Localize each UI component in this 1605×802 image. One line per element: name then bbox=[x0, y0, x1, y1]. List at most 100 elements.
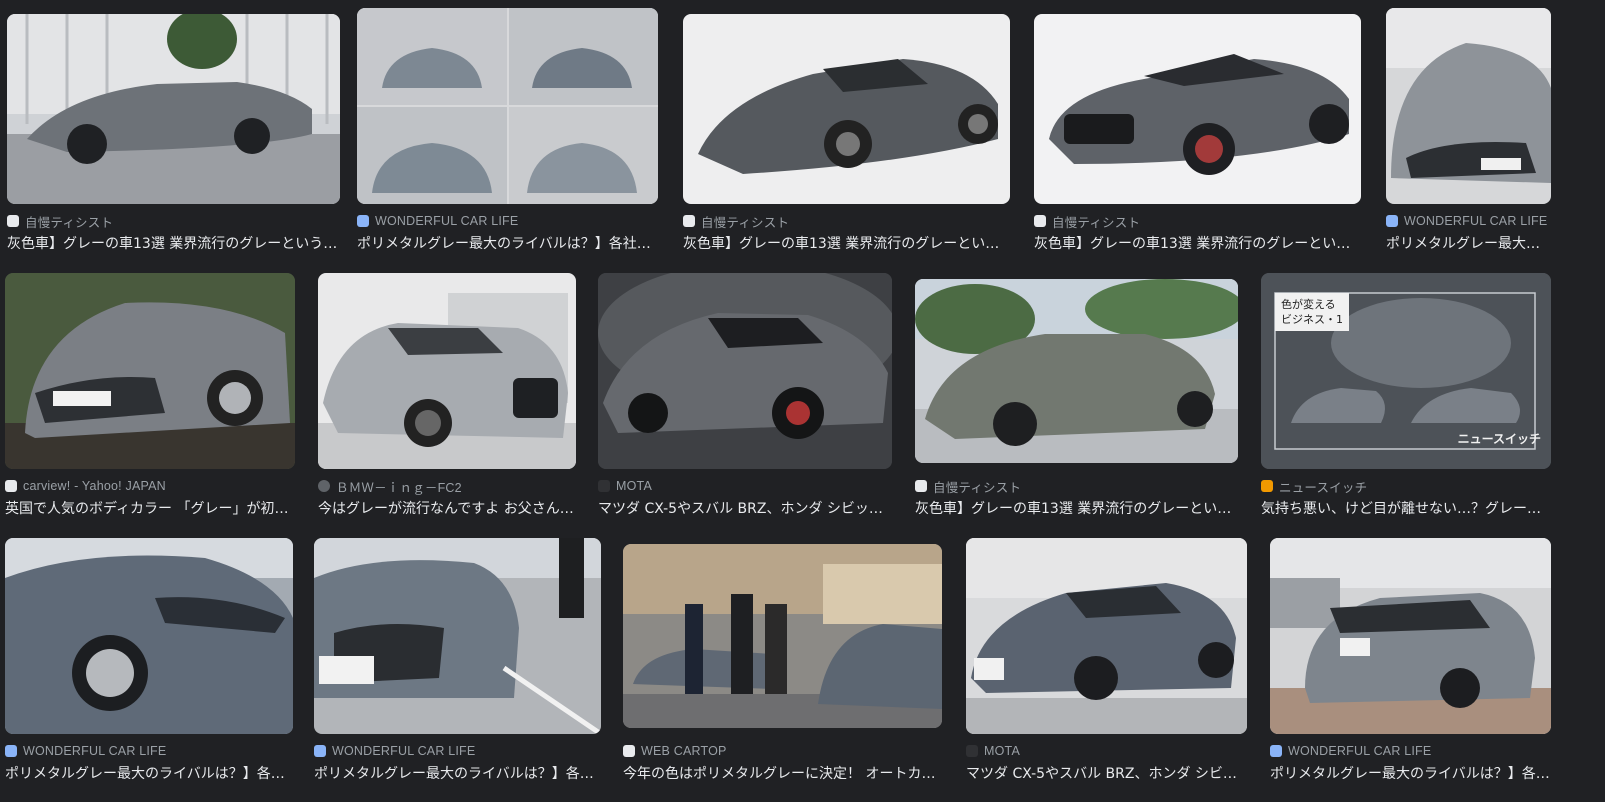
result-source[interactable]: ニュースイッチ bbox=[1261, 477, 1551, 495]
result-thumbnail[interactable] bbox=[598, 273, 892, 469]
result-source-name: WONDERFUL CAR LIFE bbox=[375, 214, 519, 228]
result-source-name: carview! - Yahoo! JAPAN bbox=[23, 479, 166, 493]
image-result-card[interactable]: MOTA マツダ CX-5やスバル BRZ、ホンダ シビック… bbox=[966, 538, 1247, 788]
result-meta: MOTA マツダ CX-5やスバル BRZ、ホンダ シビック… bbox=[966, 742, 1247, 784]
result-source-name: 自慢ティシスト bbox=[25, 215, 114, 230]
result-title[interactable]: 今はグレーが流行なんですよ お父さん… bbox=[318, 499, 576, 519]
image-result-card[interactable]: carview! - Yahoo! JAPAN 英国で人気のボディカラー 「グレ… bbox=[5, 273, 295, 523]
result-title[interactable]: 灰色車】グレーの車13選 業界流行のグレーという… bbox=[1034, 234, 1361, 254]
result-source[interactable]: 自慢ティシスト bbox=[683, 212, 1010, 230]
result-source-name: WONDERFUL CAR LIFE bbox=[1404, 214, 1548, 228]
image-result-card[interactable]: WONDERFUL CAR LIFE ポリメタルグレー最大の… bbox=[1386, 8, 1551, 258]
wcl-favicon-icon bbox=[314, 745, 326, 757]
result-meta: WONDERFUL CAR LIFE ポリメタルグレー最大のライバルは？】各社… bbox=[314, 742, 601, 784]
result-meta: 自慢ティシスト 灰色車】グレーの車13選 業界流行のグレーという… bbox=[683, 212, 1010, 254]
result-thumbnail[interactable] bbox=[5, 538, 293, 734]
newswitch-overlay-caption: 色が変える ビジネス・1 bbox=[1275, 293, 1349, 331]
result-source-name: 自慢ティシスト bbox=[1052, 215, 1141, 230]
jiman-favicon-icon bbox=[1034, 215, 1046, 227]
result-meta: MOTA マツダ CX-5やスバル BRZ、ホンダ シビック… bbox=[598, 477, 892, 519]
image-results-grid: 自慢ティシスト 灰色車】グレーの車13選 業界流行のグレーという… WONDER… bbox=[0, 0, 1605, 802]
result-title[interactable]: マツダ CX-5やスバル BRZ、ホンダ シビック… bbox=[598, 499, 892, 519]
image-result-card[interactable]: ＢＭＷ－ｉｎｇ－FC2 今はグレーが流行なんですよ お父さん… bbox=[318, 273, 576, 523]
result-title[interactable]: ポリメタルグレー最大のライバルは？】各社… bbox=[314, 764, 601, 784]
result-meta: ニュースイッチ 気持ち悪い、けど目が離せない…？グレーカ… bbox=[1261, 477, 1551, 519]
result-meta: WEB CARTOP 今年の色はポリメタルグレーに決定！ オートカラ… bbox=[623, 742, 942, 784]
result-source-name: WONDERFUL CAR LIFE bbox=[332, 744, 476, 758]
result-thumbnail[interactable] bbox=[1270, 538, 1551, 734]
result-source[interactable]: WEB CARTOP bbox=[623, 742, 942, 760]
image-result-card[interactable]: 自慢ティシスト 灰色車】グレーの車13選 業界流行のグレーという… bbox=[7, 8, 340, 258]
result-thumbnail[interactable] bbox=[357, 8, 658, 204]
result-title[interactable]: ポリメタルグレー最大のライバルは？】各社… bbox=[5, 764, 293, 784]
result-meta: WONDERFUL CAR LIFE ポリメタルグレー最大のライバルは？】各… bbox=[1270, 742, 1551, 784]
jiman-favicon-icon bbox=[915, 480, 927, 492]
newswitch-brand-logo: ニュースイッチ bbox=[1457, 432, 1541, 446]
result-source-name: MOTA bbox=[616, 479, 652, 493]
image-result-card[interactable]: WONDERFUL CAR LIFE ポリメタルグレー最大のライバルは？】各社セ… bbox=[357, 8, 658, 258]
result-source[interactable]: WONDERFUL CAR LIFE bbox=[5, 742, 293, 760]
image-result-card[interactable]: WEB CARTOP 今年の色はポリメタルグレーに決定！ オートカラ… bbox=[623, 538, 942, 788]
jiman-favicon-icon bbox=[7, 215, 19, 227]
result-source[interactable]: WONDERFUL CAR LIFE bbox=[1270, 742, 1551, 760]
result-thumbnail[interactable] bbox=[5, 273, 295, 469]
result-thumbnail[interactable] bbox=[683, 14, 1010, 204]
result-source[interactable]: 自慢ティシスト bbox=[7, 212, 340, 230]
result-source[interactable]: MOTA bbox=[966, 742, 1247, 760]
globe-favicon-icon bbox=[318, 480, 330, 492]
result-title[interactable]: 灰色車】グレーの車13選 業界流行のグレーという… bbox=[7, 234, 340, 254]
result-source[interactable]: 自慢ティシスト bbox=[1034, 212, 1361, 230]
result-title[interactable]: 英国で人気のボディカラー 「グレー」が初の… bbox=[5, 499, 295, 519]
result-title[interactable]: ポリメタルグレー最大のライバルは？】各社セ… bbox=[357, 234, 658, 254]
result-meta: carview! - Yahoo! JAPAN 英国で人気のボディカラー 「グレ… bbox=[5, 477, 295, 519]
newswitch-favicon-icon bbox=[1261, 480, 1273, 492]
result-meta: 自慢ティシスト 灰色車】グレーの車13選 業界流行のグレーという… bbox=[1034, 212, 1361, 254]
result-title[interactable]: 灰色車】グレーの車13選 業界流行のグレーという… bbox=[683, 234, 1010, 254]
result-thumbnail[interactable] bbox=[1034, 14, 1361, 204]
image-result-card[interactable]: MOTA マツダ CX-5やスバル BRZ、ホンダ シビック… bbox=[598, 273, 892, 523]
result-source[interactable]: carview! - Yahoo! JAPAN bbox=[5, 477, 295, 495]
result-source[interactable]: 自慢ティシスト bbox=[915, 477, 1238, 495]
jiman-favicon-icon bbox=[683, 215, 695, 227]
result-source[interactable]: WONDERFUL CAR LIFE bbox=[1386, 212, 1551, 230]
result-source[interactable]: MOTA bbox=[598, 477, 892, 495]
result-source-name: WEB CARTOP bbox=[641, 744, 727, 758]
image-result-card[interactable]: WONDERFUL CAR LIFE ポリメタルグレー最大のライバルは？】各社… bbox=[314, 538, 601, 788]
wcl-favicon-icon bbox=[5, 745, 17, 757]
mota-favicon-icon bbox=[598, 480, 610, 492]
result-source[interactable]: WONDERFUL CAR LIFE bbox=[357, 212, 658, 230]
result-meta: 自慢ティシスト 灰色車】グレーの車13選 業界流行のグレーという… bbox=[915, 477, 1238, 519]
result-thumbnail[interactable]: 色が変える ビジネス・1 ニュースイッチ bbox=[1261, 273, 1551, 469]
result-thumbnail[interactable] bbox=[966, 538, 1247, 734]
carview-favicon-icon bbox=[5, 480, 17, 492]
result-thumbnail[interactable] bbox=[915, 279, 1238, 463]
result-thumbnail[interactable] bbox=[314, 538, 601, 734]
result-source-name: WONDERFUL CAR LIFE bbox=[23, 744, 167, 758]
result-source-name: ＢＭＷ－ｉｎｇ－FC2 bbox=[336, 480, 462, 495]
wcl-favicon-icon bbox=[357, 215, 369, 227]
result-title[interactable]: ポリメタルグレー最大の… bbox=[1386, 234, 1551, 254]
image-result-card[interactable]: 自慢ティシスト 灰色車】グレーの車13選 業界流行のグレーという… bbox=[1034, 8, 1361, 258]
image-result-card[interactable]: 自慢ティシスト 灰色車】グレーの車13選 業界流行のグレーという… bbox=[915, 273, 1238, 523]
result-title[interactable]: マツダ CX-5やスバル BRZ、ホンダ シビック… bbox=[966, 764, 1247, 784]
mota-favicon-icon bbox=[966, 745, 978, 757]
result-source-name: WONDERFUL CAR LIFE bbox=[1288, 744, 1432, 758]
result-thumbnail[interactable] bbox=[623, 544, 942, 728]
result-thumbnail[interactable] bbox=[7, 14, 340, 204]
result-meta: WONDERFUL CAR LIFE ポリメタルグレー最大のライバルは？】各社セ… bbox=[357, 212, 658, 254]
image-result-card[interactable]: 色が変える ビジネス・1 ニュースイッチ ニュースイッチ 気持ち悪い、けど目が離… bbox=[1261, 273, 1551, 523]
result-source[interactable]: ＢＭＷ－ｉｎｇ－FC2 bbox=[318, 477, 576, 495]
result-source-name: 自慢ティシスト bbox=[933, 480, 1022, 495]
result-meta: 自慢ティシスト 灰色車】グレーの車13選 業界流行のグレーという… bbox=[7, 212, 340, 254]
result-source[interactable]: WONDERFUL CAR LIFE bbox=[314, 742, 601, 760]
result-title[interactable]: 気持ち悪い、けど目が離せない…？グレーカ… bbox=[1261, 499, 1551, 519]
image-result-card[interactable]: WONDERFUL CAR LIFE ポリメタルグレー最大のライバルは？】各… bbox=[1270, 538, 1551, 788]
result-title[interactable]: 今年の色はポリメタルグレーに決定！ オートカラ… bbox=[623, 764, 942, 784]
result-source-name: 自慢ティシスト bbox=[701, 215, 790, 230]
result-title[interactable]: ポリメタルグレー最大のライバルは？】各… bbox=[1270, 764, 1551, 784]
result-thumbnail[interactable] bbox=[1386, 8, 1551, 204]
image-result-card[interactable]: 自慢ティシスト 灰色車】グレーの車13選 業界流行のグレーという… bbox=[683, 8, 1010, 258]
result-title[interactable]: 灰色車】グレーの車13選 業界流行のグレーという… bbox=[915, 499, 1238, 519]
image-result-card[interactable]: WONDERFUL CAR LIFE ポリメタルグレー最大のライバルは？】各社… bbox=[5, 538, 293, 788]
result-thumbnail[interactable] bbox=[318, 273, 576, 469]
